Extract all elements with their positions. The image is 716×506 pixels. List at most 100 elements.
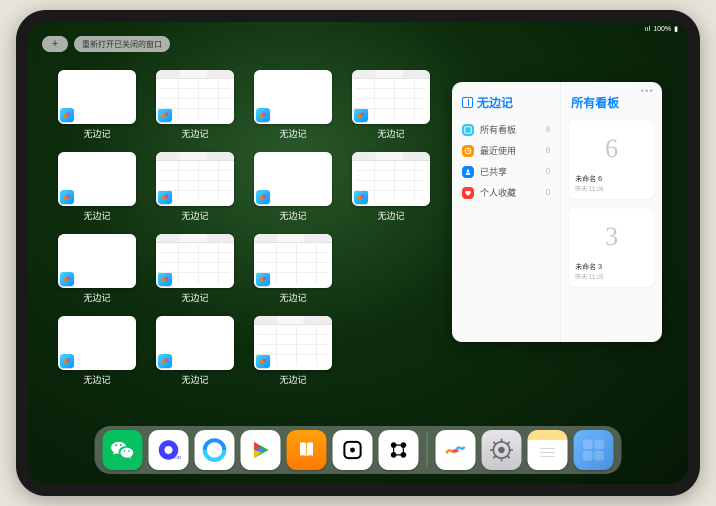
window-thumbnail	[352, 70, 430, 124]
signal-icon: ııl	[645, 26, 650, 33]
window-thumbnail	[156, 70, 234, 124]
board-card[interactable]: 6 未命名 6昨天 11:26	[569, 121, 654, 199]
window-thumbnail	[58, 316, 136, 370]
window-tile[interactable]: 无边记	[58, 234, 136, 304]
freeform-app-icon	[354, 108, 368, 122]
window-thumbnail	[352, 152, 430, 206]
window-thumbnail	[156, 234, 234, 288]
window-thumbnail	[58, 70, 136, 124]
dock-app-settings[interactable]	[482, 430, 522, 470]
board-name: 未命名 6	[575, 174, 648, 184]
window-label: 无边记	[181, 373, 208, 386]
sidebar-item-count: 0	[546, 188, 550, 197]
dock-app-qbrowser[interactable]	[195, 430, 235, 470]
window-label: 无边记	[377, 127, 404, 140]
category-icon	[462, 166, 474, 178]
window-tile[interactable]: 无边记	[352, 152, 430, 222]
freeform-app-icon	[60, 272, 74, 286]
sidebar-item-label: 最近使用	[480, 144, 516, 157]
sidebar-item-count: 8	[546, 146, 550, 155]
freeform-app-icon	[256, 108, 270, 122]
sidebar-item-label: 所有看板	[480, 123, 516, 136]
dock-app-books[interactable]	[287, 430, 327, 470]
window-label: 无边记	[279, 291, 306, 304]
window-label: 无边记	[181, 209, 208, 222]
sidebar-item-label: 个人收藏	[480, 186, 516, 199]
window-label: 无边记	[279, 127, 306, 140]
freeform-app-icon	[60, 108, 74, 122]
window-tile[interactable]: 无边记	[58, 152, 136, 222]
freeform-app-icon	[158, 354, 172, 368]
more-icon[interactable]: •••	[640, 86, 654, 97]
reopen-label: 重新打开已关闭的窗口	[82, 39, 162, 50]
status-bar: ııl 100% ▮	[645, 25, 678, 33]
window-tile[interactable]: 无边记	[156, 70, 234, 140]
window-thumbnail	[58, 152, 136, 206]
sidebar-title: 无边记	[462, 94, 552, 111]
window-label: 无边记	[83, 373, 110, 386]
freeform-app-icon	[158, 190, 172, 204]
category-icon	[462, 124, 474, 136]
window-label: 无边记	[181, 127, 208, 140]
board-thumbnail: 3	[575, 215, 648, 259]
dock-app-dice[interactable]	[333, 430, 373, 470]
freeform-app-icon	[256, 354, 270, 368]
window-thumbnail	[156, 152, 234, 206]
window-label: 无边记	[181, 291, 208, 304]
board-thumbnail: 6	[575, 127, 648, 171]
dock-app-freeform[interactable]	[436, 430, 476, 470]
category-icon	[462, 145, 474, 157]
window-thumbnail	[254, 152, 332, 206]
sidebar-item-count: 0	[546, 167, 550, 176]
dock-app-play[interactable]	[241, 430, 281, 470]
window-thumbnail	[254, 70, 332, 124]
window-thumbnail	[254, 316, 332, 370]
board-name: 未命名 3	[575, 262, 648, 272]
window-tile[interactable]: 无边记	[58, 316, 136, 386]
window-label: 无边记	[83, 127, 110, 140]
board-timestamp: 昨天 11:26	[575, 184, 648, 193]
window-tile[interactable]: 无边记	[156, 234, 234, 304]
window-label: 无边记	[83, 291, 110, 304]
window-tile[interactable]: 无边记	[352, 70, 430, 140]
window-thumbnail	[58, 234, 136, 288]
freeform-app-icon	[256, 190, 270, 204]
dock-app-folder[interactable]	[574, 430, 614, 470]
freeform-app-icon	[354, 190, 368, 204]
window-tile[interactable]: 无边记	[156, 152, 234, 222]
window-tile[interactable]: 无边记	[254, 234, 332, 304]
dock-app-connect[interactable]	[379, 430, 419, 470]
board-card[interactable]: 3 未命名 3昨天 11:25	[569, 209, 654, 287]
freeform-app-icon	[60, 354, 74, 368]
sidebar: 无边记 所有看板8 最近使用 8 已共享 0 个人收藏 0	[452, 82, 561, 342]
dock-app-wechat[interactable]	[103, 430, 143, 470]
freeform-app-icon	[158, 272, 172, 286]
window-label: 无边记	[83, 209, 110, 222]
sidebar-item-2[interactable]: 已共享 0	[460, 161, 552, 182]
reopen-closed-window-button[interactable]: 重新打开已关闭的窗口	[74, 36, 170, 52]
window-label: 无边记	[279, 209, 306, 222]
screen: ııl 100% ▮ + 重新打开已关闭的窗口 无边记无边记无边记无边记无边记无…	[28, 22, 688, 484]
window-tile[interactable]: 无边记	[254, 70, 332, 140]
plus-icon: +	[52, 38, 58, 50]
window-thumbnail	[156, 316, 234, 370]
top-left-controls: + 重新打开已关闭的窗口	[42, 36, 170, 52]
svg-text:HD: HD	[174, 455, 181, 461]
window-label: 无边记	[279, 373, 306, 386]
window-tile[interactable]: 无边记	[58, 70, 136, 140]
new-window-button[interactable]: +	[42, 36, 68, 52]
dock-app-notes[interactable]	[528, 430, 568, 470]
app-glyph-icon	[462, 97, 473, 108]
sidebar-item-label: 已共享	[480, 165, 507, 178]
window-tile[interactable]: 无边记	[156, 316, 234, 386]
freeform-side-panel: ••• 无边记 所有看板8最近使用8已共享0个人收藏0 所有看板 6未命名 6昨…	[452, 82, 662, 342]
window-thumbnail	[254, 234, 332, 288]
window-tile[interactable]: 无边记	[254, 316, 332, 386]
dock-app-quark[interactable]: HD	[149, 430, 189, 470]
window-tile[interactable]: 无边记	[254, 152, 332, 222]
board-timestamp: 昨天 11:25	[575, 272, 648, 281]
sidebar-item-1[interactable]: 最近使用 8	[460, 140, 552, 161]
app-switcher-grid: 无边记无边记无边记无边记无边记无边记无边记无边记无边记无边记无边记无边记无边记无…	[58, 70, 430, 386]
sidebar-item-3[interactable]: 个人收藏 0	[460, 182, 552, 203]
sidebar-item-0[interactable]: 所有看板8	[460, 119, 552, 140]
